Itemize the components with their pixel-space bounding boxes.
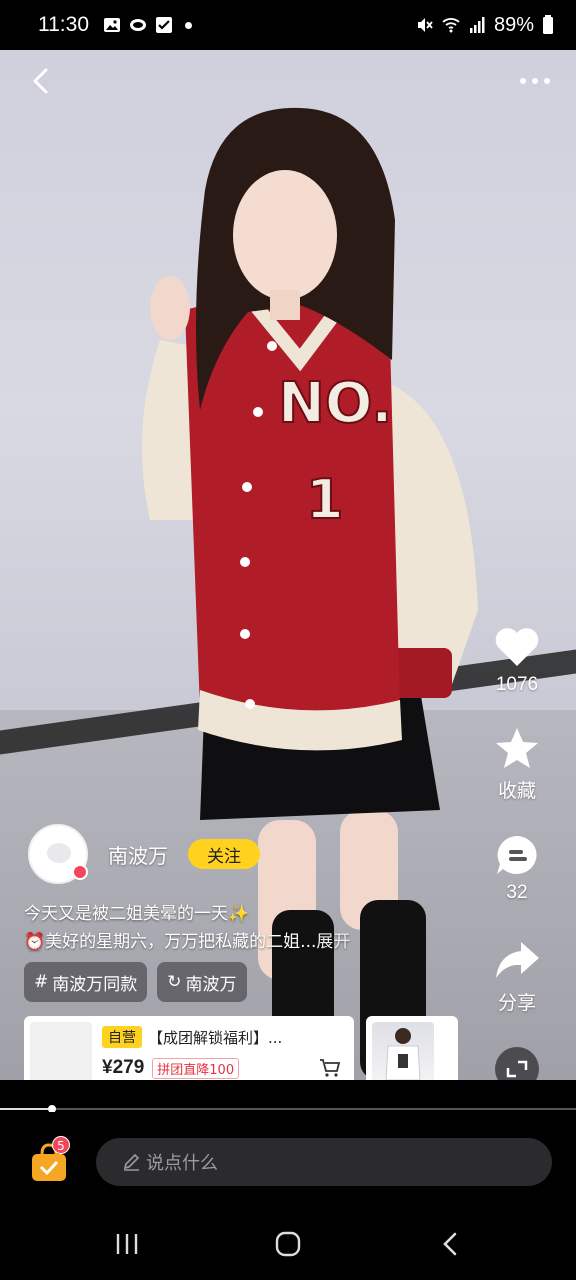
status-bar: 11:30 89% xyxy=(0,0,576,50)
home-icon[interactable] xyxy=(274,1230,302,1258)
expand-icon xyxy=(495,1047,539,1080)
notification-dot xyxy=(185,21,192,29)
caption-line-2: ⏰美好的星期六，万万把私藏的二姐... xyxy=(24,932,317,952)
signal-icon xyxy=(469,17,485,33)
svg-text:1: 1 xyxy=(306,468,344,531)
follow-button[interactable]: 关注 xyxy=(188,839,260,869)
like-count: 1076 xyxy=(495,674,539,695)
comment-input[interactable]: 说点什么 xyxy=(96,1138,552,1186)
tag-label: 南波万同款 xyxy=(52,974,138,995)
comment-bubble-icon xyxy=(497,836,537,874)
system-nav-bar xyxy=(0,1208,576,1280)
product-title: 【成团解锁福利】... xyxy=(148,1028,283,1047)
like-button[interactable]: 1076 xyxy=(478,626,556,696)
promo-badge: 拼团直降100 xyxy=(152,1057,240,1079)
cart-count-badge: 5 xyxy=(52,1136,70,1154)
share-arrow-icon xyxy=(496,942,539,978)
self-operated-badge: 自营 xyxy=(102,1026,142,1048)
comment-button[interactable]: 32 xyxy=(478,834,556,904)
heart-icon xyxy=(495,628,539,666)
share-button[interactable]: 分享 xyxy=(478,938,556,1015)
product-thumbnail xyxy=(372,1022,434,1080)
back-arrow-icon[interactable] xyxy=(24,64,58,98)
back-icon[interactable] xyxy=(438,1230,462,1258)
avatar[interactable] xyxy=(28,824,88,884)
pencil-icon xyxy=(123,1153,140,1171)
live-badge xyxy=(72,864,88,880)
share-label: 分享 xyxy=(497,993,536,1014)
cart-icon[interactable] xyxy=(318,1056,342,1080)
author-row: 南波万 关注 xyxy=(28,824,260,884)
product-thumbnail xyxy=(30,1022,92,1080)
status-time: 11:30 xyxy=(38,13,89,36)
mute-icon xyxy=(417,18,433,32)
favorite-button[interactable]: 收藏 xyxy=(478,726,556,803)
expand-link[interactable]: 展开 xyxy=(316,932,350,952)
video-caption[interactable]: 今天又是被二姐美晕的一天✨ ⏰美好的星期六，万万把私藏的二姐...展开 xyxy=(24,900,424,956)
more-options-icon[interactable] xyxy=(518,64,552,98)
tag-row: # 南波万同款 ↻ 南波万 xyxy=(24,962,247,1002)
battery-percent: 89% xyxy=(493,13,534,36)
product-price: ¥279 xyxy=(102,1057,145,1078)
checkbox-icon xyxy=(156,17,172,33)
product-card-second[interactable] xyxy=(366,1016,458,1080)
caption-line-1: 今天又是被二姐美晕的一天✨ xyxy=(24,904,250,924)
recent-apps-icon[interactable] xyxy=(114,1230,140,1258)
favorite-label: 收藏 xyxy=(497,781,536,802)
refresh-icon: ↻ xyxy=(167,972,182,992)
wifi-icon xyxy=(442,18,460,33)
product-card[interactable]: 自营 【成团解锁福利】... ¥279 拼团直降100 xyxy=(24,1016,354,1080)
tag-label: 南波万 xyxy=(185,974,237,995)
hashtag-icon: # xyxy=(34,972,49,992)
cloud-icon xyxy=(130,19,146,31)
video-progress-bar[interactable] xyxy=(0,1105,576,1113)
bottom-bar: 5 说点什么 xyxy=(0,1112,576,1208)
star-icon xyxy=(496,728,538,768)
author-name[interactable]: 南波万 xyxy=(108,840,168,869)
comment-placeholder: 说点什么 xyxy=(146,1153,218,1174)
tag-author[interactable]: ↻ 南波万 xyxy=(157,962,247,1002)
battery-icon xyxy=(543,15,553,34)
tag-same-style[interactable]: # 南波万同款 xyxy=(24,962,148,1002)
svg-text:NO.: NO. xyxy=(278,371,393,436)
gallery-icon xyxy=(104,18,120,32)
video-player[interactable]: NO. 1 1076 收藏 32 分享 南波万 关注 今天又是被二姐美晕的一天✨… xyxy=(0,50,576,1080)
comment-count: 32 xyxy=(506,882,528,903)
tshirt-photo-icon xyxy=(385,1028,421,1080)
fullscreen-button[interactable] xyxy=(478,1046,556,1080)
